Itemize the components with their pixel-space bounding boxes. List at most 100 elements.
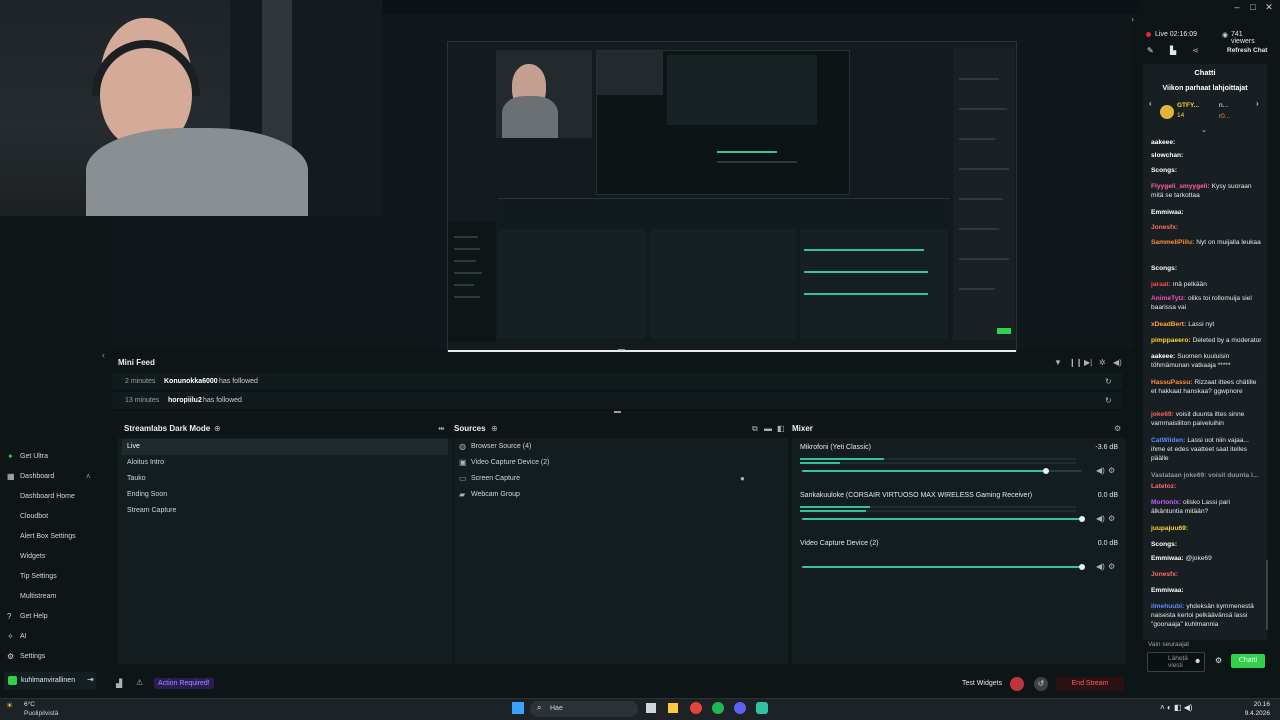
add-scene-icon[interactable]: ⊕	[214, 424, 221, 433]
chat-settings-icon[interactable]: ⚙	[1215, 656, 1222, 665]
filter-icon[interactable]: ▼	[1054, 358, 1062, 367]
chat-username[interactable]: Emmiwaa:	[1151, 587, 1184, 594]
sidebar-item-ai[interactable]: AI	[20, 633, 27, 640]
spotify-icon[interactable]	[712, 702, 724, 714]
chat-username[interactable]: Mortonix:	[1151, 499, 1181, 506]
file-explorer-icon[interactable]	[668, 703, 678, 713]
emoji-icon[interactable]: ☻	[1194, 658, 1201, 665]
volume-slider[interactable]	[802, 468, 1082, 474]
folder-icon[interactable]: ▬	[764, 424, 772, 433]
test-widgets-button[interactable]: Test Widgets	[962, 680, 1002, 687]
chat-username[interactable]: joke69:	[1151, 411, 1174, 418]
weather-temp[interactable]: 6°C	[24, 701, 35, 708]
chat-username[interactable]: Jonesfx:	[1151, 571, 1178, 578]
replay-buffer-icon[interactable]: ↺	[1034, 677, 1048, 691]
stats-icon[interactable]: ▟	[116, 679, 122, 688]
task-view-icon[interactable]	[646, 703, 656, 713]
lock-icon[interactable]: ●	[740, 474, 745, 483]
chat-username[interactable]: jaraat:	[1151, 281, 1171, 288]
chat-scrollbar[interactable]	[1266, 560, 1268, 630]
record-button[interactable]	[1010, 677, 1024, 691]
scene-item[interactable]: Tauko	[122, 471, 448, 487]
source-item[interactable]: Screen Capture	[471, 475, 520, 482]
taskbar-search[interactable]: ⌕ Hae	[530, 701, 638, 717]
chat-username[interactable]: ilmehuubi:	[1151, 603, 1184, 610]
chevron-left-icon[interactable]: ‹	[1149, 99, 1152, 108]
scene-item[interactable]: Live	[122, 439, 448, 455]
user-profile[interactable]: kuhlmanvirallinen ⇥	[4, 672, 96, 690]
scene-item[interactable]: Stream Capture	[122, 503, 448, 519]
sidebar-item-alert-box-settings[interactable]: Alert Box Settings	[20, 533, 76, 540]
transition-icon[interactable]: ⇹	[438, 424, 445, 433]
chat-input[interactable]: Lähetä viesti ☻	[1147, 652, 1205, 672]
source-item[interactable]: Webcam Group	[471, 491, 520, 498]
clock-time[interactable]: 20.16	[1244, 701, 1270, 708]
chevron-down-icon[interactable]: ⌄	[1201, 126, 1207, 134]
volume-icon[interactable]: ◀)	[1096, 514, 1105, 523]
chat-username[interactable]: Scongs:	[1151, 167, 1177, 174]
action-required-badge[interactable]: Action Required!	[154, 678, 214, 689]
channel-settings-icon[interactable]: ⚙	[1108, 514, 1115, 523]
chat-username[interactable]: slowchan:	[1151, 152, 1183, 159]
pause-icon[interactable]: ❙❙	[1069, 358, 1082, 367]
discord-icon[interactable]	[734, 702, 746, 714]
replay-icon[interactable]: ↻	[1105, 396, 1112, 405]
sidebar-item-get-ultra[interactable]: Get Ultra	[20, 453, 48, 460]
chat-username[interactable]: Emmiwaa:	[1151, 209, 1184, 216]
mixer-settings-icon[interactable]: ⚙	[1114, 424, 1121, 433]
chat-username[interactable]: pimppaeero:	[1151, 337, 1191, 344]
sidebar-item-get-help[interactable]: Get Help	[20, 613, 48, 620]
logout-icon[interactable]: ⇥	[87, 675, 94, 684]
sidebar-item-dashboard[interactable]: Dashboard	[20, 473, 54, 480]
channel-settings-icon[interactable]: ⚙	[1108, 562, 1115, 571]
drag-handle-icon[interactable]: ▔	[618, 350, 625, 361]
share-icon[interactable]: ⋖	[1192, 46, 1199, 55]
chat-username[interactable]: Vastataan joke69: voisit duunta i...	[1151, 472, 1258, 479]
chevron-up-icon[interactable]: ˄	[86, 472, 91, 481]
chat-username[interactable]: Flyygeli_smyygeli:	[1151, 183, 1210, 190]
volume-icon[interactable]: ◀)	[1096, 466, 1105, 475]
replay-icon[interactable]: ↻	[1105, 377, 1112, 386]
sidebar-item-tip-settings[interactable]: Tip Settings	[20, 573, 57, 580]
scene-item[interactable]: Aloitus Intro	[122, 455, 448, 471]
volume-slider[interactable]	[802, 516, 1085, 522]
sidebar-item-multistream[interactable]: Multistream	[20, 593, 56, 600]
chat-username[interactable]: juupajuu69:	[1151, 525, 1188, 532]
edit-icon[interactable]: ⧉	[752, 424, 758, 434]
windows-start-icon[interactable]	[512, 702, 524, 714]
chat-username[interactable]: Latetoz:	[1151, 483, 1176, 490]
volume-slider[interactable]	[802, 564, 1085, 570]
close-icon[interactable]: ✕	[1262, 2, 1276, 13]
chat-username[interactable]: Scongs:	[1151, 265, 1177, 272]
chat-username[interactable]: Jonesfx:	[1151, 224, 1178, 231]
channel-settings-icon[interactable]: ⚙	[1108, 466, 1115, 475]
source-item[interactable]: Video Capture Device (2)	[471, 459, 549, 466]
sidebar-item-dashboard-home[interactable]: Dashboard Home	[20, 493, 75, 500]
scene-item[interactable]: Ending Soon	[122, 487, 448, 503]
streamlabs-icon[interactable]	[756, 702, 768, 714]
pencil-icon[interactable]: ✎	[1147, 46, 1154, 55]
chat-username[interactable]: HassuPassu:	[1151, 379, 1192, 386]
tray-icons[interactable]: ˄ ◐ ◧ ◀)	[1160, 703, 1193, 712]
refresh-chat-button[interactable]: Refresh Chat	[1227, 47, 1267, 54]
chat-username[interactable]: AnimeTytz:	[1151, 295, 1186, 302]
settings-feed-icon[interactable]: ✲	[1099, 358, 1106, 367]
chat-username[interactable]: SammeliPiilu:	[1151, 239, 1194, 246]
sidebar-item-settings[interactable]: Settings	[20, 653, 45, 660]
source-item[interactable]: Browser Source (4)	[471, 443, 531, 450]
chevron-right-icon[interactable]: ›	[1256, 99, 1259, 108]
chat-username[interactable]: CatWilden:	[1151, 437, 1185, 444]
alert-icon[interactable]: ⚠	[136, 678, 143, 687]
sidebar-item-widgets[interactable]: Widgets	[20, 553, 45, 560]
browser-icon[interactable]	[690, 702, 702, 714]
chevron-left-icon[interactable]: ‹	[102, 350, 105, 360]
scene-collection-title[interactable]: Streamlabs Dark Mode	[124, 424, 210, 433]
maximize-icon[interactable]: □	[1246, 2, 1260, 12]
chat-username[interactable]: xDeadBert:	[1151, 321, 1186, 328]
mute-icon[interactable]: ◀)	[1113, 358, 1122, 367]
properties-icon[interactable]: ◧	[777, 424, 785, 433]
send-chat-button[interactable]: Chatti	[1231, 654, 1265, 668]
skip-icon[interactable]: ▶|	[1084, 358, 1092, 367]
chat-username[interactable]: aakeee:	[1151, 139, 1175, 146]
chat-username[interactable]: aakeee:	[1151, 353, 1175, 360]
